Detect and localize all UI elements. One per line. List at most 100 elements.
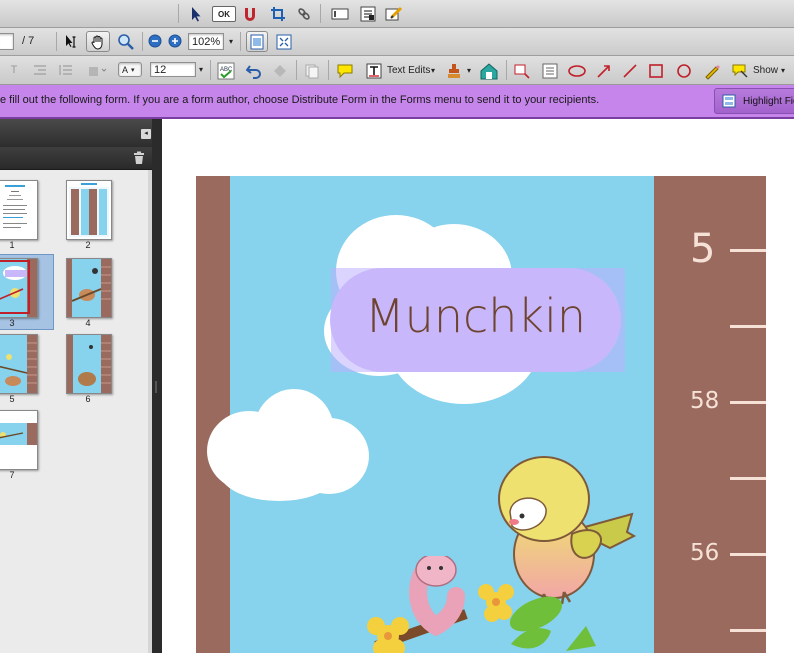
edit-icon[interactable]: [384, 4, 404, 23]
page-thumbnail-7[interactable]: [0, 410, 38, 470]
separator: [506, 60, 507, 80]
page-total-label: / 7: [22, 35, 35, 47]
show-label[interactable]: Show: [753, 65, 778, 76]
ruler-label: 5: [690, 226, 716, 272]
full-screen-icon[interactable]: [274, 32, 294, 51]
redo-icon[interactable]: [270, 61, 290, 80]
ruler-tick: [730, 553, 766, 556]
oval-icon[interactable]: [674, 61, 694, 80]
separator: [142, 32, 143, 51]
name-field-value: Munchkin: [364, 289, 586, 343]
page-thumbnail-5[interactable]: [0, 334, 38, 394]
page-thumbnail-4[interactable]: [66, 258, 112, 318]
zoom-level-value: 102%: [192, 35, 221, 48]
cloud-icon[interactable]: [566, 61, 588, 80]
ok-button-icon[interactable]: OK: [212, 6, 236, 22]
toolbar-comment: T A ▾ 12 ▾ ABC Text Edits ▾ ▾ Show ▾: [0, 56, 794, 85]
page-thumbnail-label: 1: [9, 240, 15, 250]
ruler-label: 56: [690, 540, 720, 566]
text-edits-label[interactable]: Text Edits: [387, 65, 430, 76]
highlight-fields-button[interactable]: Highlight Fiel: [714, 88, 794, 114]
separator: [296, 60, 297, 80]
arrow-icon[interactable]: [594, 61, 614, 80]
spell-check-icon[interactable]: ABC: [216, 61, 236, 80]
text-edits-icon[interactable]: [364, 61, 384, 80]
font-size-value: 12: [154, 63, 167, 76]
separator: [320, 4, 321, 23]
zoom-out-icon[interactable]: [148, 34, 162, 48]
name-field[interactable]: Munchkin: [330, 268, 621, 372]
separator: [178, 4, 179, 23]
pages-panel: ◂ 1 2 3 4 5 6 7: [0, 119, 152, 653]
document-view: 5 58 56 Munchkin: [162, 119, 794, 653]
magnet-icon[interactable]: [240, 4, 260, 23]
line-icon[interactable]: [620, 61, 640, 80]
zoom-dropdown-icon[interactable]: ▾: [226, 34, 236, 48]
hand-tool-icon[interactable]: [86, 31, 110, 52]
font-size-dropdown-icon[interactable]: ▾: [196, 62, 206, 77]
rectangle-icon[interactable]: [646, 61, 666, 80]
sticky-note-icon[interactable]: [334, 61, 356, 80]
separator: [56, 32, 57, 51]
show-dropdown-icon[interactable]: ▾: [778, 64, 788, 76]
fit-page-icon[interactable]: [246, 31, 268, 52]
page-number-input[interactable]: [0, 33, 14, 50]
crop-icon[interactable]: [268, 4, 288, 23]
callout-icon[interactable]: [512, 61, 532, 80]
select-text-tool-icon[interactable]: [62, 32, 82, 51]
line-spacing-icon[interactable]: [58, 62, 74, 78]
text-style-icon[interactable]: T: [6, 62, 22, 78]
toolbar-top: OK: [0, 0, 794, 28]
page-thumbnail-label: 6: [85, 394, 91, 404]
stamp-color-icon[interactable]: [86, 62, 108, 78]
attach-file-icon[interactable]: [478, 61, 500, 80]
stamp-icon[interactable]: [444, 61, 464, 80]
font-size-input[interactable]: 12: [150, 62, 196, 77]
zoom-tool-icon[interactable]: [116, 32, 136, 51]
trash-icon[interactable]: [133, 151, 145, 165]
show-comments-icon[interactable]: [730, 61, 750, 80]
link-icon[interactable]: [294, 4, 314, 23]
text-field-icon[interactable]: [330, 4, 350, 23]
indent-icon[interactable]: [32, 62, 48, 78]
ruler-tick: [730, 249, 766, 252]
divider-grip: [155, 381, 157, 393]
zoom-in-icon[interactable]: [168, 34, 182, 48]
form-message-text: e fill out the following form. If you ar…: [0, 94, 600, 106]
page-thumbnail-label: 4: [85, 318, 91, 328]
cloud-small: [207, 389, 369, 501]
branch-flowers-worm: [367, 556, 596, 653]
pencil-icon[interactable]: [702, 61, 722, 80]
ruler-tick: [730, 629, 766, 632]
undo-icon[interactable]: [244, 61, 264, 80]
pages-panel-toolbar: [0, 147, 152, 170]
page-thumbnail-2[interactable]: [66, 180, 112, 240]
page-thumbnail-label: 3: [9, 318, 15, 328]
ruler-label: 58: [690, 388, 720, 414]
growth-chart-page: 5 58 56 Munchkin: [196, 176, 766, 653]
zoom-level-input[interactable]: 102%: [188, 33, 224, 50]
list-box-icon[interactable]: [358, 4, 378, 23]
text-edits-dropdown-icon[interactable]: ▾: [428, 64, 438, 76]
page-thumbnail-1[interactable]: [0, 180, 38, 240]
separator: [240, 32, 241, 51]
collapse-panel-icon[interactable]: ◂: [141, 129, 151, 139]
page-thumbnail-label: 2: [85, 240, 91, 250]
font-size-dropdown-icon: ▾: [131, 66, 135, 74]
ok-label: OK: [218, 9, 230, 19]
page-thumbnail-6[interactable]: [66, 334, 112, 394]
text-box-icon[interactable]: [540, 61, 560, 80]
page-thumbnails: 1 2 3 4 5 6 7: [0, 170, 148, 653]
font-size-selector[interactable]: A ▾: [118, 62, 142, 77]
ruler-tick: [730, 477, 766, 480]
separator: [328, 60, 329, 80]
stamp-dropdown-icon[interactable]: ▾: [464, 64, 474, 76]
separator: [210, 60, 211, 80]
panel-divider[interactable]: [152, 119, 162, 653]
select-arrow-icon[interactable]: [186, 4, 206, 23]
page-thumbnail-3[interactable]: [0, 258, 38, 318]
highlight-fields-label: Highlight Fiel: [743, 95, 794, 107]
toolbar-navigation: / 7 102% ▾: [0, 28, 794, 56]
form-message-bar: e fill out the following form. If you ar…: [0, 85, 794, 119]
copy-icon[interactable]: [302, 61, 322, 80]
